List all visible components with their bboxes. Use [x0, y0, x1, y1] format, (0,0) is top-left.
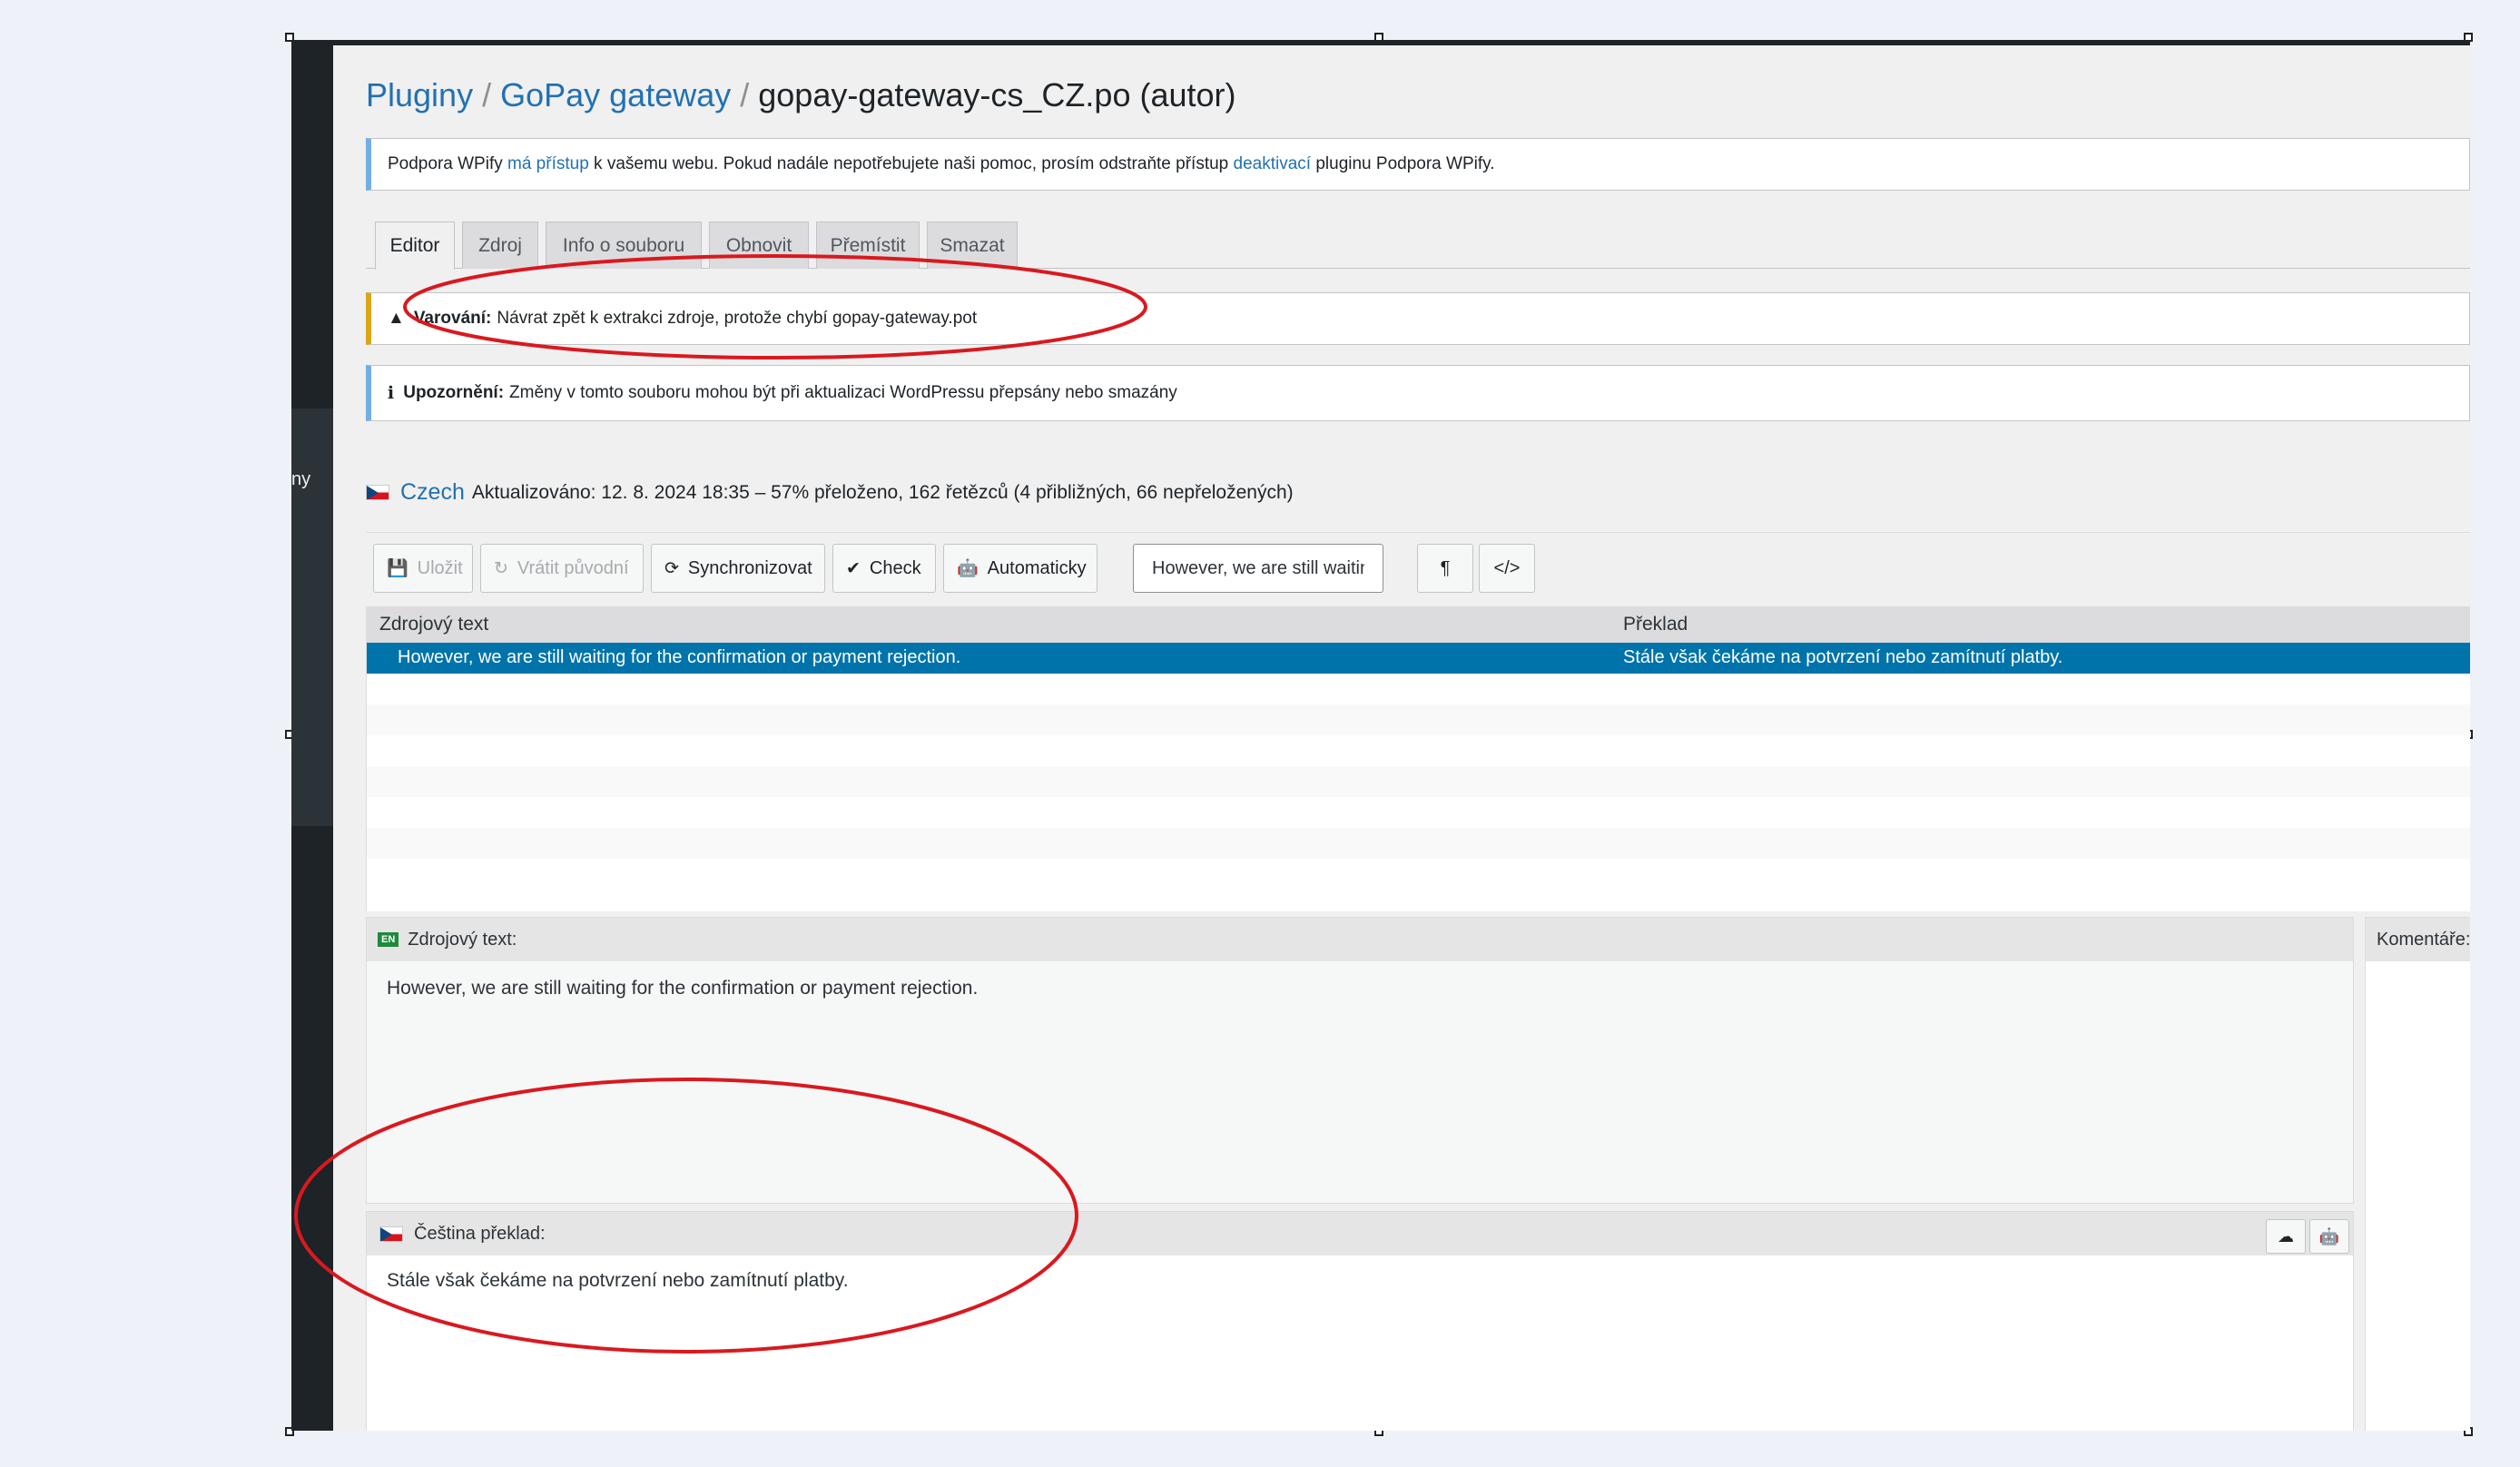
- info-icon: ℹ: [388, 383, 395, 403]
- tab-move[interactable]: Přemístit: [816, 222, 920, 269]
- button-label: Synchronizovat: [687, 557, 812, 578]
- tab-file-info[interactable]: Info o souboru: [546, 222, 702, 269]
- warning-icon: ▲: [388, 309, 405, 328]
- pilcrow-icon: ¶: [1440, 557, 1451, 578]
- tab-label: Přemístit: [830, 234, 906, 256]
- tab-label: Smazat: [940, 234, 1005, 256]
- editor-toolbar: 💾 Uložit ↻ Vrátit původní ⟳ Synchronizovat …: [366, 532, 2470, 606]
- admin-content: Pluginy / GoPay gateway / gopay-gateway-cs_C…: [333, 45, 2470, 1431]
- embedded-screenshot: ny Pluginy / GoPay gateway / gopay-gateway-c…: [291, 40, 2470, 1431]
- source-text-pane: EN Zdrojový text: However, we are still …: [366, 917, 2354, 1204]
- tab-label: Obnovit: [725, 234, 792, 256]
- sync-icon: ⟳: [664, 558, 679, 578]
- checkmark-icon: ✔: [846, 558, 861, 578]
- show-invisibles-button[interactable]: ¶: [1417, 544, 1473, 593]
- undo-icon: ↻: [494, 558, 508, 578]
- info-text: Změny v tomto souboru mohou být při aktu…: [509, 383, 1177, 402]
- check-button[interactable]: ✔ Check: [832, 544, 936, 593]
- save-button[interactable]: 💾 Uložit: [373, 544, 473, 593]
- warning-label: Varování:: [413, 309, 492, 328]
- editor-tabs: Editor Zdroj Info o souboru Obnovit Přem…: [366, 222, 2470, 270]
- column-header-translation[interactable]: Překlad: [1623, 614, 1688, 635]
- sync-button[interactable]: ⟳ Synchronizovat: [651, 544, 825, 593]
- tab-editor[interactable]: Editor: [375, 222, 455, 270]
- english-flag-icon: EN: [378, 932, 399, 947]
- info-label: Upozornění:: [403, 383, 505, 402]
- breadcrumb-separator: /: [740, 76, 750, 113]
- support-notice-text: k vašemu webu. Pokud nadále nepotřebujet…: [588, 154, 1234, 173]
- source-pane-text: However, we are still waiting for the co…: [387, 978, 979, 999]
- czech-flag-icon: [379, 1226, 403, 1242]
- tab-source[interactable]: Zdroj: [462, 222, 538, 269]
- button-label: Check: [869, 557, 921, 578]
- code-view-button[interactable]: </>: [1479, 544, 1535, 593]
- admin-sidebar: ny: [291, 45, 333, 1431]
- revert-button[interactable]: ↻ Vrátit původní: [480, 544, 644, 593]
- support-deactivate-link[interactable]: deaktivací: [1234, 154, 1312, 174]
- row-translation-text: Stále však čekáme na potvrzení nebo zamí…: [1623, 647, 2063, 667]
- table-row-empty: [367, 828, 2470, 859]
- source-pane-header: EN Zdrojový text:: [367, 918, 2353, 961]
- tab-label: Zdroj: [478, 234, 522, 256]
- comments-label: Komentáře:: [2377, 929, 2470, 950]
- strings-table: Zdrojový text Překlad However, we are st…: [366, 606, 2470, 911]
- breadcrumb-separator: /: [482, 76, 492, 113]
- table-row[interactable]: However, we are still waiting for the co…: [367, 643, 2470, 674]
- table-header: Zdrojový text Překlad: [367, 606, 2470, 643]
- language-name-link[interactable]: Czech: [400, 479, 465, 506]
- language-header: Czech Aktualizováno: 12. 8. 2024 18:35 –…: [366, 479, 1294, 506]
- button-label: Uložit: [417, 557, 463, 578]
- source-pane-label: Zdrojový text:: [408, 929, 517, 950]
- comments-pane: Komentáře:: [2365, 917, 2470, 1431]
- translation-text[interactable]: Stále však čekáme na potvrzení nebo zamí…: [387, 1270, 849, 1292]
- tab-label: Editor: [389, 235, 440, 256]
- support-notice-text: Podpora WPify: [388, 154, 507, 173]
- column-header-source[interactable]: Zdrojový text: [379, 614, 488, 635]
- tab-delete[interactable]: Smazat: [927, 222, 1018, 269]
- support-notice: Podpora WPify má přístup k vašemu webu. …: [366, 138, 2470, 191]
- support-access-link[interactable]: má přístup: [507, 154, 589, 174]
- comments-pane-header: Komentáře:: [2366, 918, 2470, 961]
- support-notice-text: pluginu Podpora WPify.: [1311, 154, 1495, 173]
- table-row-empty: [367, 766, 2470, 797]
- info-notice: ℹ Upozornění: Změny v tomto souboru moho…: [366, 365, 2470, 421]
- floppy-icon: 💾: [387, 559, 409, 578]
- warning-text: Návrat zpět k extrakci zdroje, protože c…: [497, 309, 978, 328]
- table-row-empty: [367, 704, 2470, 735]
- button-label: Automaticky: [987, 557, 1087, 578]
- breadcrumb-plugin-link[interactable]: GoPay gateway: [500, 76, 731, 113]
- robot-icon: 🤖: [957, 559, 979, 578]
- cloud-translate-button[interactable]: ☁: [2266, 1219, 2306, 1254]
- translation-pane-header: Čeština překlad: ☁ 🤖: [367, 1212, 2353, 1255]
- auto-translate-button[interactable]: 🤖 Automaticky: [943, 544, 1098, 593]
- breadcrumb-current-file: gopay-gateway-cs_CZ.po (autor): [758, 76, 1236, 113]
- cloud-icon: ☁: [2278, 1226, 2294, 1245]
- button-label: Vrátit původní: [517, 557, 629, 578]
- translation-pane: Čeština překlad: ☁ 🤖 Stále však čekáme n…: [366, 1211, 2354, 1431]
- breadcrumb-plugins-link[interactable]: Pluginy: [366, 76, 473, 113]
- search-input[interactable]: [1133, 544, 1383, 593]
- robot-translate-button[interactable]: 🤖: [2309, 1219, 2349, 1254]
- tab-refresh[interactable]: Obnovit: [709, 222, 809, 269]
- language-status: Aktualizováno: 12. 8. 2024 18:35 – 57% p…: [471, 481, 1294, 503]
- translation-pane-label: Čeština překlad:: [414, 1223, 546, 1244]
- breadcrumb: Pluginy / GoPay gateway / gopay-gateway-cs_C…: [366, 76, 1236, 114]
- warning-notice: ▲ Varování: Návrat zpět k extrakci zdroj…: [366, 292, 2470, 345]
- admin-menu-item-partial[interactable]: ny: [291, 469, 310, 490]
- row-source-text: However, we are still waiting for the co…: [398, 647, 961, 667]
- robot-icon: 🤖: [2318, 1226, 2340, 1245]
- tab-label: Info o souboru: [562, 234, 685, 256]
- czech-flag-icon: [366, 485, 389, 500]
- code-icon: </>: [1493, 557, 1521, 578]
